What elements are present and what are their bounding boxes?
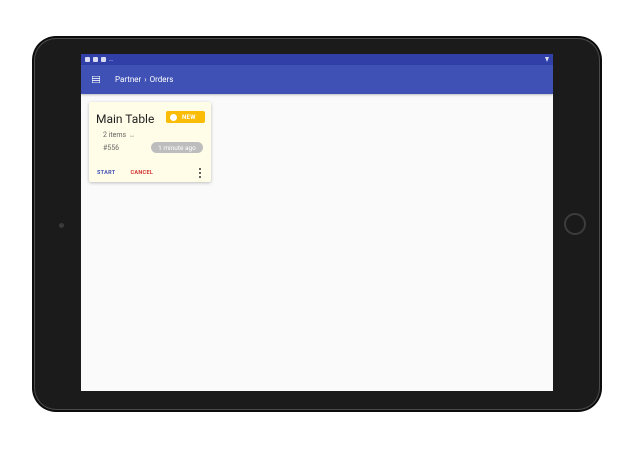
home-button[interactable]	[564, 213, 586, 235]
order-number: #556	[103, 144, 120, 152]
time-ago-chip: 1 minute ago	[151, 142, 203, 153]
order-card[interactable]: Main Table NEW 2 items ↔ #556 1 minute a…	[89, 102, 211, 182]
badge-dot-icon	[170, 113, 177, 121]
start-button[interactable]: START	[97, 170, 115, 176]
card-actions: START CANCEL	[89, 164, 211, 182]
status-bar: …	[81, 54, 553, 65]
breadcrumb-separator-icon: ›	[144, 75, 147, 84]
device-stage: … Partner › Orders Main Table NEW 2 item…	[0, 0, 633, 450]
front-camera	[59, 223, 64, 228]
expand-icon: ↔	[129, 131, 136, 139]
app-icon	[101, 57, 106, 62]
anchor-icon	[85, 57, 90, 62]
badge-label: NEW	[182, 113, 196, 121]
order-card-title: Main Table	[96, 112, 155, 126]
breadcrumb-current: Orders	[149, 75, 174, 84]
items-count[interactable]: 2 items ↔	[103, 131, 135, 139]
breadcrumb-root[interactable]: Partner	[115, 75, 141, 84]
app-screen: … Partner › Orders Main Table NEW 2 item…	[81, 54, 553, 391]
status-badge: NEW	[166, 111, 205, 123]
signal-icon	[545, 57, 549, 62]
items-count-label: 2 items	[103, 131, 127, 139]
app-icon	[93, 57, 98, 62]
more-vertical-icon[interactable]	[198, 168, 202, 178]
more-dots-icon: …	[109, 55, 114, 63]
cancel-button[interactable]: CANCEL	[130, 170, 153, 176]
menu-icon[interactable]	[91, 75, 101, 85]
breadcrumb: Partner › Orders	[115, 75, 173, 84]
app-bar: Partner › Orders	[81, 65, 553, 94]
